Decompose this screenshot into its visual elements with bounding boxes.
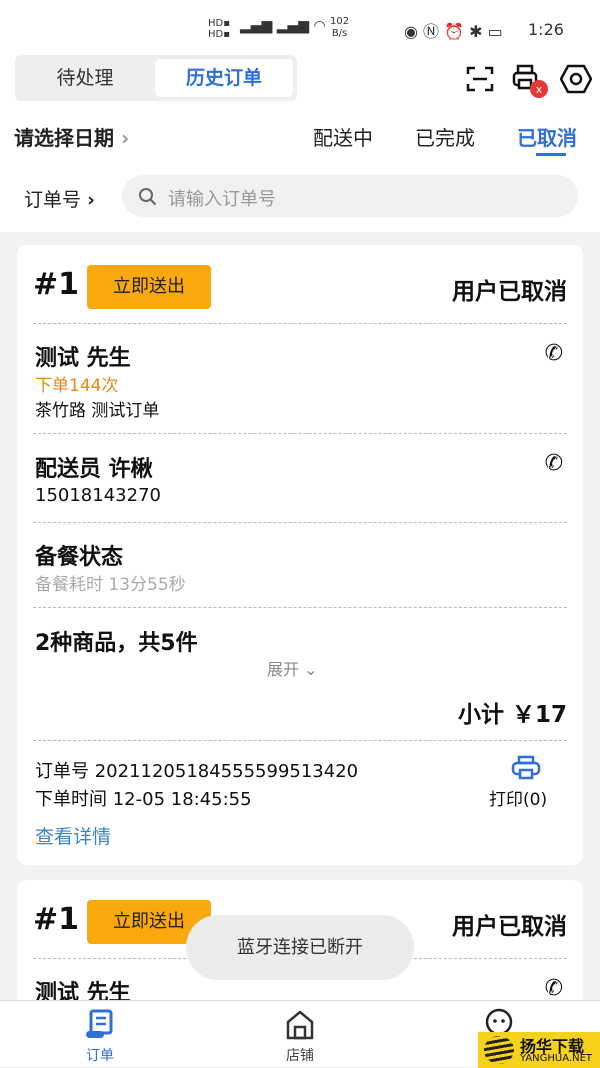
courier-phone: 15018143270 (35, 485, 161, 506)
view-details-link[interactable]: 查看详情 (35, 822, 111, 849)
order-no-filter[interactable]: 订单号 › (24, 185, 95, 212)
nav-store-label: 店铺 (286, 1048, 314, 1064)
active-tab-indicator (536, 153, 566, 156)
date-picker[interactable]: 请选择日期 › (14, 122, 129, 151)
order-card: #1 立即送出 用户已取消 测试 先生 下单144次 茶竹路 测试订单 ✆ 配送… (17, 245, 583, 865)
watermark-icon (484, 1036, 514, 1064)
toast: 蓝牙连接已断开 (186, 915, 414, 980)
order-no: 订单号 20211205184555599513420 (35, 761, 359, 782)
goods-summary: 2种商品，共5件 (35, 631, 198, 656)
top-area: HD▪ HD▪ ▂▄▆ ▂▄▆ ◠ 102 B/s ◉ Ⓝ ⏰ ✱ ▭ 1:26 … (0, 0, 600, 232)
expand-label: 展开 (267, 660, 300, 679)
dispatch-now-button[interactable]: 立即送出 (87, 265, 211, 309)
order-status: 用户已取消 (452, 914, 567, 940)
sim-icons: HD▪ HD▪ (208, 18, 230, 40)
network-speed: 102 (330, 16, 350, 27)
nav-orders[interactable]: 订单 (60, 1009, 140, 1065)
tab-completed[interactable]: 已完成 (415, 122, 475, 151)
chevron-down-icon: ⌄ (304, 660, 318, 679)
courier-name: 配送员 许楸 (35, 457, 153, 482)
tab-cancelled[interactable]: 已取消 (517, 122, 577, 151)
order-time: 下单时间 12-05 18:45:55 (35, 789, 252, 810)
search-placeholder: 请输入订单号 (168, 189, 276, 210)
phone-icon[interactable]: ✆ (545, 451, 563, 476)
order-no-label: 订单号 (24, 189, 82, 211)
printer-icon[interactable]: x (512, 64, 548, 100)
order-count: 下单144次 (35, 376, 119, 396)
tab-delivering[interactable]: 配送中 (313, 122, 373, 151)
scan-icon[interactable] (466, 66, 494, 92)
nav-store[interactable]: 店铺 (260, 1009, 340, 1065)
settings-icon[interactable] (560, 64, 592, 94)
phone-icon[interactable]: ✆ (545, 341, 563, 366)
expand-button[interactable]: 展开 ⌄ (267, 656, 318, 680)
subtotal: 小计 ￥17 (457, 702, 567, 728)
prep-status-title: 备餐状态 (35, 545, 124, 570)
order-status: 用户已取消 (452, 279, 567, 305)
watermark-logo: 扬华下载 YANGHUA.NET (478, 1032, 600, 1068)
search-input[interactable]: 请输入订单号 (122, 175, 578, 217)
store-icon (286, 1010, 314, 1040)
orders-icon (86, 1009, 113, 1038)
print-icon[interactable] (511, 755, 541, 781)
phone-icon[interactable]: ✆ (545, 976, 563, 1001)
tab-history[interactable]: 历史订单 (155, 59, 293, 97)
network-unit: B/s (331, 28, 348, 39)
watermark-url: YANGHUA.NET (520, 1053, 592, 1064)
tab-pending[interactable]: 待处理 (19, 59, 151, 97)
chevron-right-icon: › (120, 126, 130, 150)
customer-address: 茶竹路 测试订单 (35, 401, 160, 421)
signal-icon: ▂▄▆ ▂▄▆ ◠ (240, 18, 326, 34)
bottom-nav: 订单 店铺 扬华下载 YANGHUA.NET (0, 1000, 600, 1068)
status-icons: ◉ Ⓝ ⏰ ✱ ▭ (404, 22, 503, 41)
clock: 1:26 (528, 20, 564, 39)
search-icon (139, 188, 157, 206)
svg-text:x: x (536, 83, 543, 96)
nav-orders-label: 订单 (86, 1048, 114, 1064)
order-number: #1 (33, 902, 80, 937)
chevron-right-icon: › (87, 189, 95, 211)
date-label: 请选择日期 (14, 126, 114, 150)
customer-name: 测试 先生 (35, 346, 131, 371)
prep-time: 备餐耗时 13分55秒 (35, 575, 186, 595)
print-button[interactable]: 打印(0) (489, 785, 547, 810)
order-number: #1 (33, 267, 80, 302)
order-segmented-control: 待处理 历史订单 (15, 55, 297, 101)
